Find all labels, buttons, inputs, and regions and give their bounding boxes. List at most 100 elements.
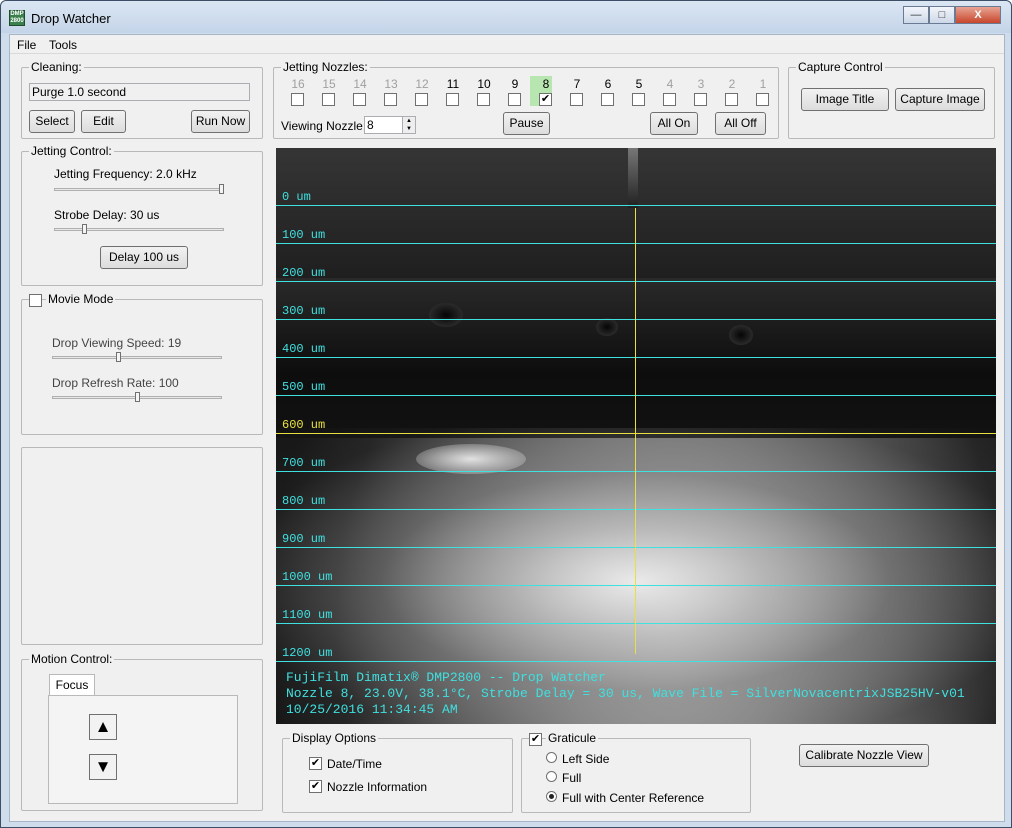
nozzle-information-label: Nozzle Information (327, 780, 428, 794)
strobe-delay-track (54, 228, 224, 231)
nozzle-checkbox[interactable] (694, 93, 707, 106)
graticule-line (276, 319, 996, 320)
focus-up-icon[interactable]: ▲ (89, 714, 117, 740)
nozzle-checkbox[interactable] (477, 93, 490, 106)
nozzle-information-checkbox[interactable]: ✔ (309, 780, 322, 793)
edit-button[interactable]: Edit (81, 110, 126, 133)
minimize-button[interactable]: — (903, 6, 929, 24)
overlay-title: FujiFilm Dimatix® DMP2800 -- Drop Watche… (286, 670, 606, 685)
motion-control-group: Motion Control: Focus ▲ ▼ (21, 652, 263, 811)
satellite-drop (729, 325, 753, 345)
nozzle-number: 1 (759, 77, 767, 91)
nozzle-number: 9 (511, 77, 519, 91)
all-off-button[interactable]: All Off (715, 112, 766, 135)
viewing-nozzle-label: Viewing Nozzle: (281, 119, 367, 133)
maximize-button[interactable]: □ (929, 6, 955, 24)
focus-down-icon[interactable]: ▼ (89, 754, 117, 780)
app-icon: DMP 2800 (9, 10, 25, 26)
nozzle-checkbox[interactable] (725, 93, 738, 106)
select-button[interactable]: Select (29, 110, 75, 133)
graticule-label: 1000 um (282, 570, 333, 584)
graticule-label: 600 um (282, 418, 326, 432)
movie-mode-checkbox[interactable] (29, 294, 42, 307)
motion-control-legend: Motion Control: (29, 652, 115, 666)
strobe-delay-slider[interactable] (82, 224, 88, 234)
graticule-line (276, 243, 996, 244)
date-time-checkbox[interactable]: ✔ (309, 757, 322, 770)
drop-refresh-rate-slider[interactable] (134, 392, 140, 402)
nozzle-number: 10 (477, 77, 491, 91)
close-button[interactable]: X (955, 6, 1001, 24)
nozzle-checkbox[interactable] (446, 93, 459, 106)
nozzle-checkbox[interactable]: ✔ (539, 93, 552, 106)
viewing-nozzle-spinner[interactable]: 8 (364, 116, 404, 134)
graticule-label: 700 um (282, 456, 326, 470)
full-radio[interactable] (546, 771, 557, 782)
nozzle-checkbox[interactable] (663, 93, 676, 106)
full-with-center-reference-radio[interactable] (546, 791, 557, 802)
overlay-datetime: 10/25/2016 11:34:45 AM (286, 702, 458, 717)
run-now-button[interactable]: Run Now (191, 110, 250, 133)
app-window: DMP 2800 Drop Watcher — □ X File Tools Cl… (0, 0, 1012, 828)
calibrate-nozzle-view-button[interactable]: Calibrate Nozzle View (799, 744, 929, 767)
center-reference-line (635, 208, 636, 654)
all-on-button[interactable]: All On (650, 112, 698, 135)
nozzle-checkbox[interactable] (601, 93, 614, 106)
delay-button[interactable]: Delay 100 us (100, 246, 188, 269)
nozzle-checkbox[interactable] (570, 93, 583, 106)
nozzle-checkbox[interactable] (384, 93, 397, 106)
drop-watcher-camera-view[interactable]: 0 um 100 um 200 um 300 um 400 um 500 um 600 um… (276, 148, 996, 724)
cleaning-group: Cleaning: Purge 1.0 second Select Edit R… (21, 60, 263, 139)
window-title: Drop Watcher (31, 11, 111, 26)
nozzle-number: 12 (415, 77, 429, 91)
graticule-line (276, 395, 996, 396)
graticule-group: ✔ Graticule Left Side Full Full with Cen… (521, 731, 751, 813)
graticule-label: 1200 um (282, 646, 333, 660)
cleaning-legend: Cleaning: (29, 60, 84, 74)
graticule-label: 1100 um (282, 608, 333, 622)
dark-image-band (276, 278, 996, 438)
nozzle-checkbox[interactable] (322, 93, 335, 106)
nozzle-checkbox[interactable] (353, 93, 366, 106)
graticule-line (276, 471, 996, 472)
nozzle-silhouette (628, 148, 638, 208)
nozzle-checkbox[interactable] (756, 93, 769, 106)
nozzle-checkbox[interactable] (291, 93, 304, 106)
movie-mode-group: Movie Mode Drop Viewing Speed: 19 Drop R… (21, 292, 263, 435)
graticule-label: 400 um (282, 342, 326, 356)
focus-tab-panel: ▲ ▼ (48, 695, 238, 804)
drop-viewing-speed-track (52, 356, 222, 359)
display-options-legend: Display Options (290, 731, 379, 745)
drop-viewing-speed-label: Drop Viewing Speed: 19 (52, 336, 182, 350)
nozzle-checkbox[interactable] (632, 93, 645, 106)
jetting-control-legend: Jetting Control: (29, 144, 114, 158)
nozzle-number: 13 (384, 77, 398, 91)
nozzle-checkbox[interactable] (508, 93, 521, 106)
graticule-line (276, 585, 996, 586)
jetting-frequency-slider[interactable] (219, 184, 224, 194)
tab-focus[interactable]: Focus (49, 674, 95, 696)
pause-button[interactable]: Pause (503, 112, 550, 135)
image-title-button[interactable]: Image Title (801, 88, 889, 111)
satellite-drop (596, 318, 618, 336)
client-area: File Tools Cleaning: Purge 1.0 second Se… (9, 34, 1005, 822)
title-bar[interactable]: DMP 2800 Drop Watcher — □ X (1, 1, 1011, 33)
display-options-group: Display Options ✔ Date/Time ✔ Nozzle Inf… (282, 731, 513, 813)
menu-file[interactable]: File (17, 38, 36, 52)
graticule-label: 800 um (282, 494, 326, 508)
nozzle-checkbox[interactable] (415, 93, 428, 106)
graticule-checkbox[interactable]: ✔ (529, 733, 542, 746)
capture-image-button[interactable]: Capture Image (895, 88, 985, 111)
left-side-radio[interactable] (546, 752, 557, 763)
drop-viewing-speed-slider[interactable] (116, 352, 122, 362)
bright-glare (416, 444, 526, 474)
graticule-label: 100 um (282, 228, 326, 242)
jetting-nozzles-group: Jetting Nozzles: 16 15 14 13 12 11 10 9 8 ✔ 7 6 5 4 3 2… (273, 60, 779, 139)
cleaning-field[interactable]: Purge 1.0 second (29, 83, 250, 101)
spinner-arrows-icon[interactable]: ▲ ▼ (402, 116, 416, 134)
capture-control-legend: Capture Control (796, 60, 885, 74)
drop-refresh-rate-label: Drop Refresh Rate: 100 (52, 376, 179, 390)
jetting-control-group: Jetting Control: Jetting Frequency: 2.0 … (21, 144, 263, 286)
date-time-label: Date/Time (327, 757, 382, 771)
menu-tools[interactable]: Tools (49, 38, 77, 52)
